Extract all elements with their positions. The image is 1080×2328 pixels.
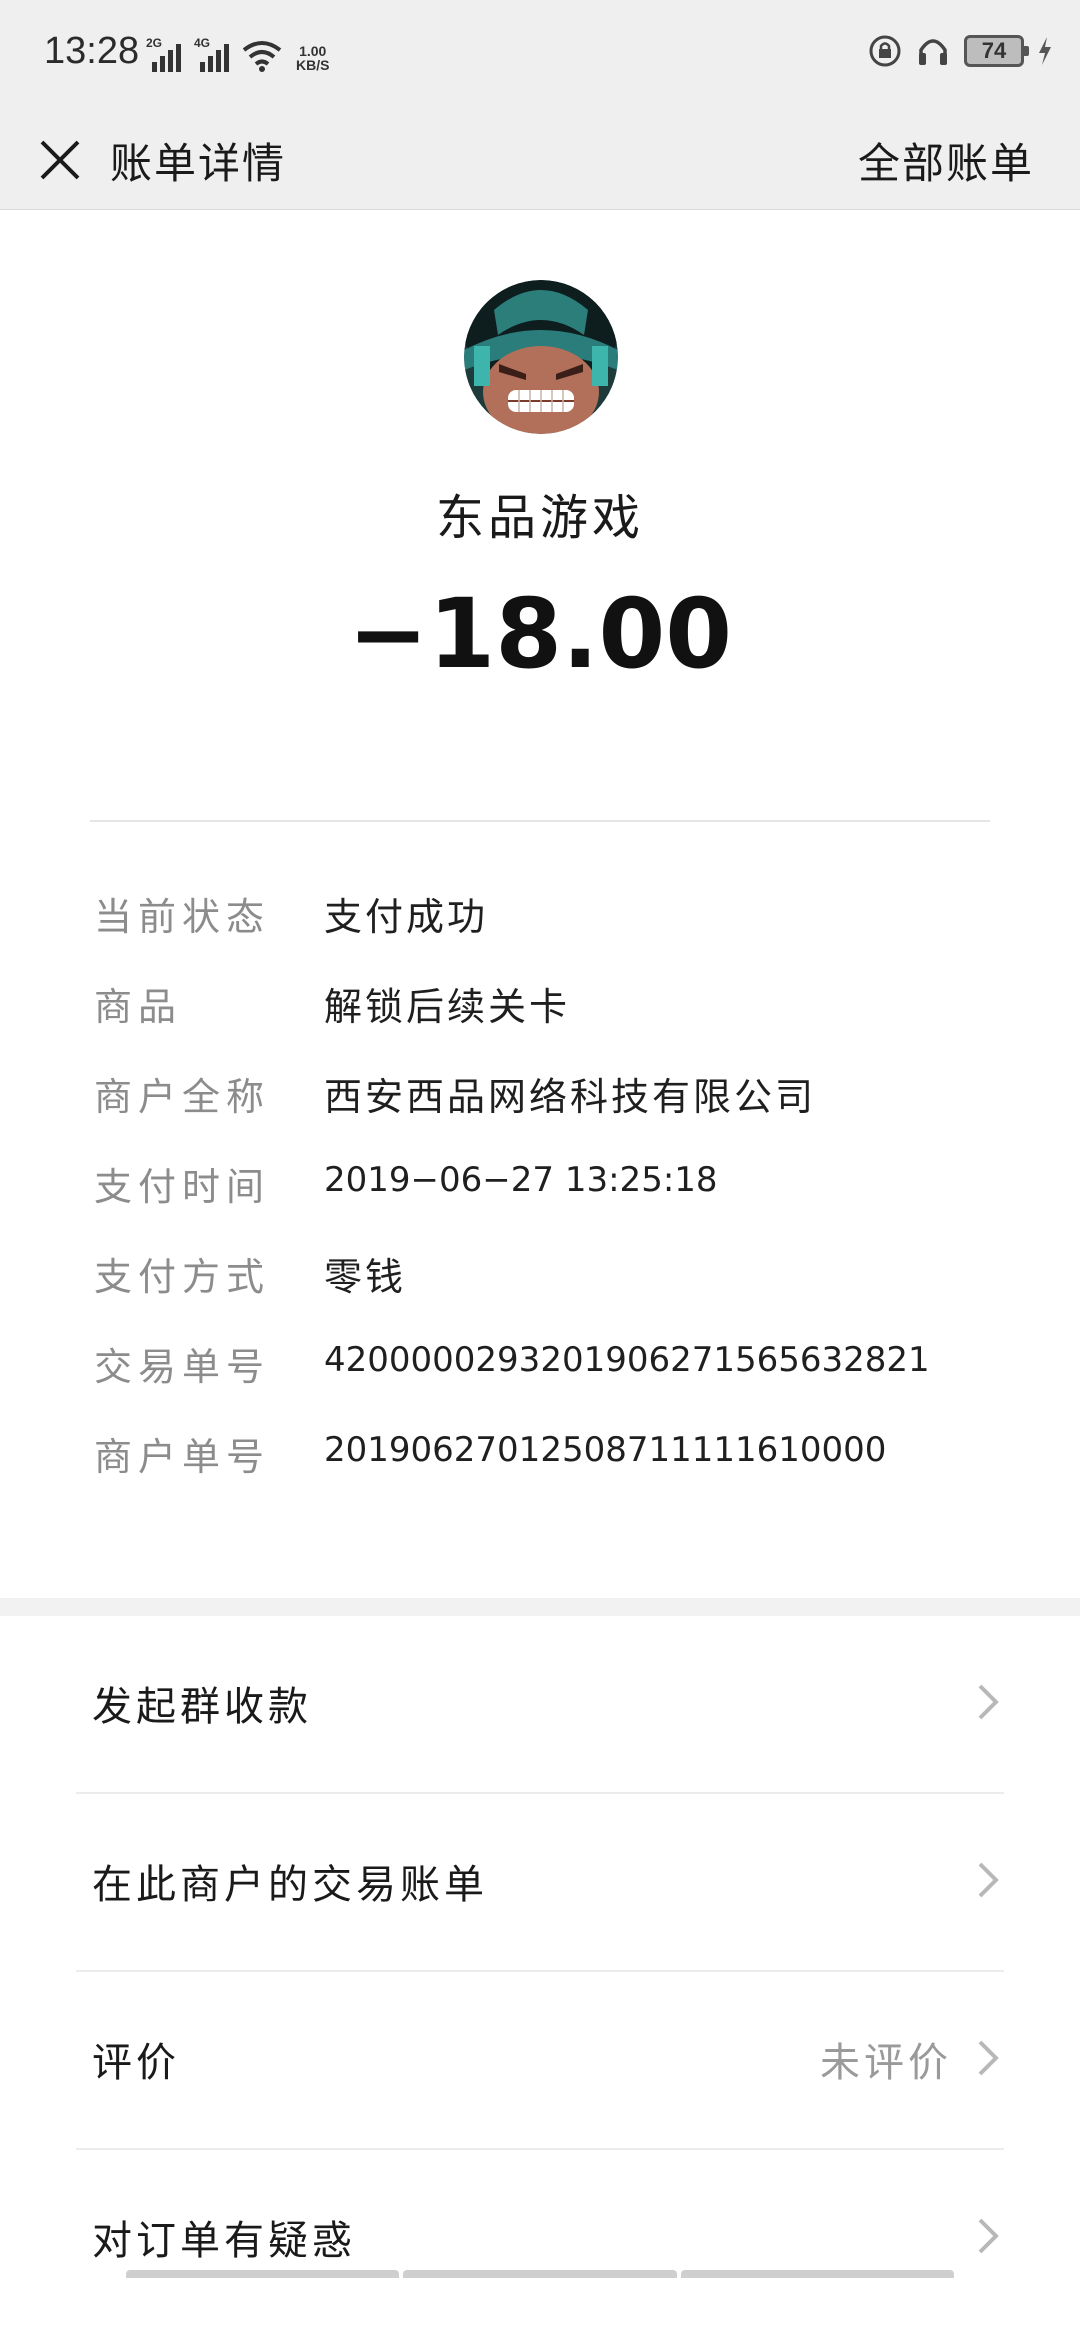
nav-segment[interactable] [403,2270,677,2278]
detail-row-transaction-id: 交易单号 4200000293201906271565632821 [94,1336,1014,1426]
divider [90,820,990,822]
detail-row-status: 当前状态 支付成功 [94,886,1014,976]
detail-value: 支付成功 [324,895,489,939]
detail-value[interactable]: 20190627012508711111610000 [324,1430,886,1470]
status-time: 13:28 [44,30,140,72]
net-speed-unit: KB/S [296,57,330,73]
nav-segment[interactable] [680,2270,954,2278]
net-speed-value: 1.00 [299,43,327,59]
detail-row-pay-method: 支付方式 零钱 [94,1246,1014,1336]
status-icons-right: 74 [868,34,1052,68]
signal-4g-icon: 4G [194,36,232,72]
merchant-bills-item[interactable]: 在此商户的交易账单 [0,1794,1080,1972]
merchant-name: 东品游戏 [435,490,644,546]
navigation-bar [126,2270,954,2278]
detail-label: 支付方式 [94,1255,271,1299]
page-title: 账单详情 [110,139,287,188]
detail-row-product: 商品 解锁后续关卡 [94,976,1014,1066]
detail-value: 2019−06−27 13:25:18 [324,1160,718,1200]
net-speed: 1.00 KB/S [296,44,329,72]
chevron-right-icon [978,2218,999,2254]
detail-label: 商品 [94,985,183,1029]
signal-2g-icon: 2G [146,36,184,72]
wifi-icon [242,41,282,72]
nav-segment[interactable] [126,2270,400,2278]
action-label: 对订单有疑惑 [92,2218,356,2264]
rating-status: 未评价 [820,2040,952,2086]
detail-label: 交易单号 [94,1345,271,1389]
detail-row-merchant-order-id: 商户单号 20190627012508711111610000 [94,1426,1014,1516]
group-collect-item[interactable]: 发起群收款 [0,1616,1080,1794]
merchant-avatar [464,280,618,434]
action-list: 发起群收款 在此商户的交易账单 评价 未评价 对订单有疑惑 [0,1616,1080,2328]
headphones-icon [919,39,947,65]
section-gap [0,1598,1080,1616]
action-label: 评价 [92,2040,180,2086]
battery-icon: 74 [964,35,1029,67]
chevron-right-icon [978,1684,999,1720]
detail-label: 商户单号 [94,1435,271,1479]
chevron-right-icon [978,1862,999,1898]
details-list: 当前状态 支付成功 商品 解锁后续关卡 商户全称 西安西品网络科技有限公司 支付… [94,886,1014,1516]
rating-item[interactable]: 评价 未评价 [0,1972,1080,2150]
app-header: 账单详情 全部账单 [0,110,1080,210]
detail-value: 解锁后续关卡 [324,985,571,1029]
detail-row-merchant-fullname: 商户全称 西安西品网络科技有限公司 [94,1066,1014,1156]
status-icons-left: 2G 4G 1.00 KB/S [146,36,329,72]
all-bills-link[interactable]: 全部账单 [858,130,1034,191]
action-label: 发起群收款 [92,1684,312,1730]
chevron-right-icon [978,2040,999,2076]
action-label: 在此商户的交易账单 [92,1862,488,1908]
detail-value: 零钱 [324,1255,407,1299]
detail-value: 西安西品网络科技有限公司 [324,1075,817,1119]
rotation-lock-icon [869,35,901,67]
transaction-amount: −18.00 [347,578,733,690]
close-icon[interactable] [28,128,92,192]
charging-icon [1039,37,1051,65]
detail-label: 支付时间 [94,1165,271,1209]
detail-label: 当前状态 [94,895,271,939]
order-question-item[interactable]: 对订单有疑惑 [0,2150,1080,2328]
detail-label: 商户全称 [94,1075,271,1119]
detail-value[interactable]: 4200000293201906271565632821 [324,1340,930,1380]
status-bar: 13:28 2G 4G 1.00 KB/S 74 [0,0,1080,110]
detail-row-pay-time: 支付时间 2019−06−27 13:25:18 [94,1156,1014,1246]
